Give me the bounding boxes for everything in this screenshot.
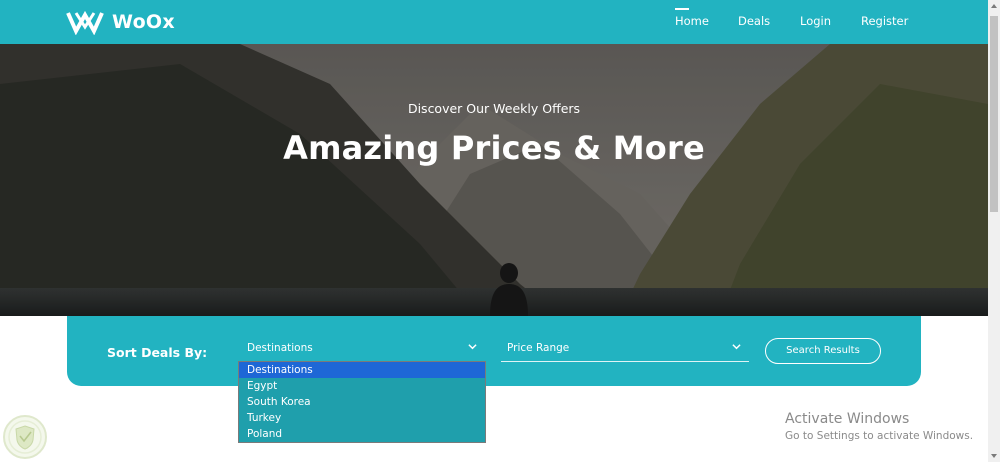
scrollbar-thumb[interactable]	[990, 16, 998, 212]
destinations-select-value: Destinations	[247, 342, 313, 354]
chevron-down-icon	[732, 344, 741, 350]
hero-title: Amazing Prices & More	[283, 129, 705, 167]
nav-register[interactable]: Register	[861, 14, 908, 28]
activate-windows-title: Activate Windows	[785, 411, 910, 427]
brand-logo[interactable]: WoOx	[66, 8, 175, 36]
shield-badge-icon	[3, 415, 47, 459]
hero-subtitle: Discover Our Weekly Offers	[407, 101, 581, 116]
scroll-up-arrow-icon[interactable]	[990, 2, 998, 10]
nav-login[interactable]: Login	[800, 14, 831, 28]
sort-deals-label: Sort Deals By:	[107, 345, 208, 360]
dropdown-option-egypt[interactable]: Egypt	[239, 378, 485, 394]
woox-logo-icon	[66, 10, 104, 35]
dropdown-option-destinations[interactable]: Destinations	[239, 362, 485, 378]
hero-background-image	[0, 44, 988, 316]
price-range-select[interactable]: Price Range	[501, 336, 749, 362]
activate-windows-subtitle: Go to Settings to activate Windows.	[785, 430, 974, 442]
price-range-select-value: Price Range	[507, 342, 570, 354]
page-scrollbar[interactable]	[988, 0, 1000, 462]
nav-home[interactable]: Home	[675, 8, 709, 28]
nav-deals[interactable]: Deals	[738, 14, 770, 28]
scroll-down-arrow-icon[interactable]	[990, 452, 998, 460]
dropdown-option-turkey[interactable]: Turkey	[239, 410, 485, 426]
hero-banner: Discover Our Weekly Offers Amazing Price…	[0, 44, 988, 316]
chevron-down-icon	[468, 344, 477, 350]
destinations-dropdown-list: Destinations Egypt South Korea Turkey Po…	[238, 361, 486, 443]
deals-filter-panel: Sort Deals By: Destinations Price Range …	[67, 316, 921, 386]
dropdown-option-south-korea[interactable]: South Korea	[239, 394, 485, 410]
brand-name: WoOx	[112, 11, 175, 33]
top-header: WoOx Home Deals Login Register	[0, 0, 988, 44]
search-results-button[interactable]: Search Results	[765, 338, 881, 364]
dropdown-option-poland[interactable]: Poland	[239, 426, 485, 442]
destinations-select[interactable]: Destinations	[241, 336, 485, 362]
